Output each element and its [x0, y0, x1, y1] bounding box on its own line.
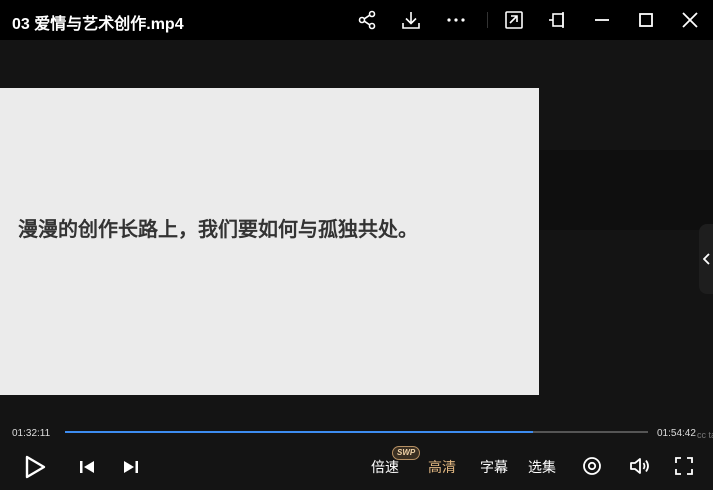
previous-button[interactable] — [77, 456, 97, 478]
speed-button[interactable]: 倍速 — [371, 457, 399, 477]
progress-bar[interactable] — [65, 431, 648, 433]
total-time: 01:54:42 — [657, 428, 696, 439]
chevron-left-icon — [703, 253, 710, 265]
watermark: cc tal — [697, 430, 713, 440]
video-shadow — [539, 150, 713, 230]
settings-icon — [583, 457, 601, 475]
skip-previous-icon — [80, 461, 94, 473]
video-frame[interactable]: 漫漫的创作长路上，我们要如何与孤独共处。 — [0, 88, 539, 395]
progress-fill — [65, 431, 534, 433]
episodes-button[interactable]: 选集 — [528, 457, 556, 477]
minimize-icon[interactable] — [590, 8, 614, 32]
more-icon[interactable] — [444, 8, 468, 32]
play-button[interactable] — [20, 453, 50, 481]
current-time: 01:32:11 — [12, 428, 51, 439]
next-button[interactable] — [121, 456, 141, 478]
download-icon[interactable] — [399, 8, 423, 32]
fullscreen-icon — [675, 457, 693, 475]
slide-text: 漫漫的创作长路上，我们要如何与孤独共处。 — [18, 217, 418, 241]
swp-badge: SWP — [392, 446, 421, 460]
play-icon — [25, 455, 46, 479]
close-icon[interactable] — [678, 8, 702, 32]
side-panel-toggle[interactable] — [699, 224, 713, 294]
title-divider — [487, 12, 488, 28]
maximize-icon[interactable] — [634, 8, 658, 32]
volume-button[interactable] — [628, 455, 652, 477]
pip-icon[interactable] — [502, 8, 526, 32]
share-icon[interactable] — [355, 8, 379, 32]
pin-icon[interactable] — [546, 8, 570, 32]
subtitle-button[interactable]: 字幕 — [480, 457, 508, 477]
skip-next-icon — [124, 461, 138, 473]
quality-button[interactable]: 高清 — [428, 457, 456, 477]
settings-button[interactable] — [581, 455, 603, 477]
fullscreen-button[interactable] — [673, 455, 695, 477]
window-title: 03 爱情与艺术创作.mp4 — [12, 16, 184, 33]
volume-icon — [630, 458, 649, 474]
title-bar: 03 爱情与艺术创作.mp4 — [0, 0, 713, 40]
